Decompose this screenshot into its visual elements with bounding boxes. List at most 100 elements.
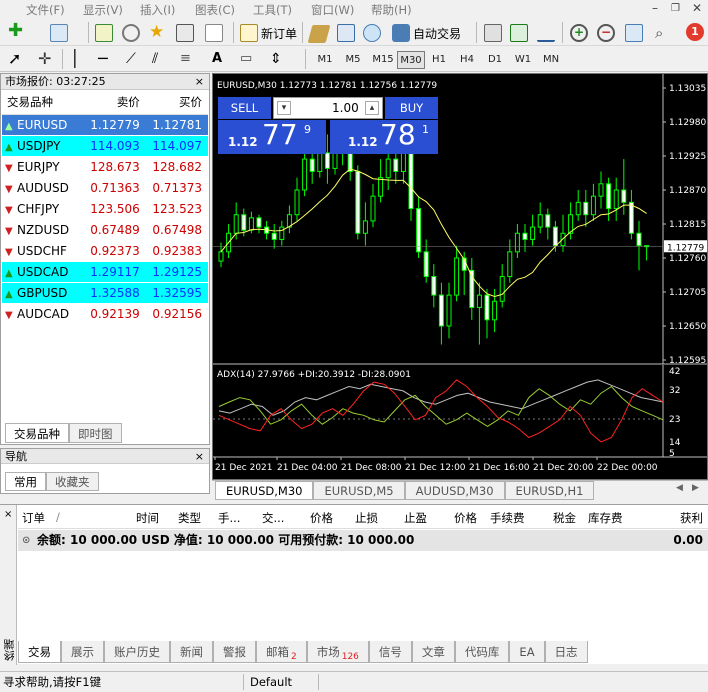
col-current-price[interactable]: 价格 [454,510,477,526]
terminal-tab[interactable]: 展示 [61,641,104,663]
terminal-tab[interactable]: 交易 [18,641,61,663]
col-symbol[interactable]: 交... [262,510,284,526]
new-order-icon[interactable] [240,24,258,42]
symbol-cell[interactable]: ▼ NZDUSD [2,219,84,241]
terminal-tab[interactable]: 日志 [544,641,588,663]
buy-button[interactable]: BUY [385,97,438,119]
bar-chart-icon[interactable] [484,24,502,42]
sell-price-box[interactable]: 1.12 77 9 [218,118,326,154]
tab-favorites[interactable]: 收藏夹 [46,472,99,491]
col-bid[interactable]: 卖价 [83,90,146,115]
symbol-cell[interactable]: ▲ USDCAD [2,261,84,283]
tab-tick-chart[interactable]: 即时图 [69,423,122,443]
candlestick-icon[interactable] [510,24,528,42]
notification-badge[interactable]: 1 [686,23,704,41]
scroll-right-icon[interactable]: ▶ [692,483,699,493]
symbol-cell[interactable]: ▼ CHFJPY [2,198,84,220]
timeframe-m5[interactable]: M5 [341,51,365,69]
symbol-row[interactable]: ▼ AUDUSD 0.71363 0.71373 [2,177,208,199]
tile-windows-icon[interactable] [625,24,643,42]
metaeditor-icon[interactable] [307,25,331,43]
navigator-icon[interactable]: ★ [149,23,167,41]
symbol-cell[interactable]: ▲ EURUSD [2,114,84,136]
col-volume[interactable]: 手... [218,510,240,526]
new-chart-icon[interactable]: ✚ [8,22,26,41]
chart-tab[interactable]: EURUSD,H1 [504,481,595,500]
scroll-left-icon[interactable]: ◀ [676,483,683,493]
tab-common[interactable]: 常用 [5,472,46,491]
crosshair-icon[interactable]: ✛ [38,50,56,68]
zoom-out-icon[interactable]: − [597,24,615,42]
sell-button[interactable]: SELL [218,97,271,119]
signals-icon[interactable] [337,24,355,42]
symbol-row[interactable]: ▼ AUDCAD 0.92139 0.92156 [2,303,208,325]
timeframe-m15[interactable]: M15 [369,51,397,69]
timeframe-h4[interactable]: H4 [455,51,479,69]
symbol-cell[interactable]: ▲ GBPUSD [2,282,84,304]
menu-charts[interactable]: 图表(C) [195,2,235,18]
lot-size-input[interactable]: ▾ 1.00 ▴ [273,97,383,119]
symbol-row[interactable]: ▲ USDCAD 1.29117 1.29125 [2,261,208,283]
new-order-button[interactable]: 新订单 [261,25,297,42]
terminal-tab[interactable]: 市场 126 [306,641,369,663]
timeframe-mn[interactable]: MN [539,51,563,69]
col-ask[interactable]: 买价 [145,90,208,115]
timeframe-h1[interactable]: H1 [427,51,451,69]
profile-name[interactable]: Default [250,672,292,692]
col-price[interactable]: 价格 [310,510,333,526]
symbol-cell[interactable]: ▼ AUDCAD [2,303,84,325]
menu-insert[interactable]: 插入(I) [140,2,175,18]
chart-tab[interactable]: EURUSD,M30 [215,481,314,500]
chart-tab[interactable]: EURUSD,M5 [313,481,405,500]
autotrading-icon[interactable] [392,24,410,42]
cursor-icon[interactable]: ➚ [8,50,26,68]
timeframe-m30[interactable]: M30 [397,51,425,69]
chart-window[interactable]: EURUSD,M30 1.12773 1.12781 1.12756 1.127… [212,73,708,480]
terminal-tab[interactable]: 代码库 [454,641,510,663]
terminal-tab[interactable]: EA [509,641,545,663]
terminal-tab[interactable]: 账户历史 [104,641,170,663]
close-icon[interactable]: × [4,509,12,520]
strategy-tester-icon[interactable] [205,24,223,42]
timeframe-w1[interactable]: W1 [511,51,535,69]
chart-tab[interactable]: AUDUSD,M30 [404,481,505,500]
terminal-tab[interactable]: 警报 [213,641,256,663]
col-time[interactable]: 时间 [136,510,159,526]
symbol-cell[interactable]: ▼ AUDUSD [2,177,84,199]
terminal-tab[interactable]: 邮箱 2 [256,641,307,663]
lot-decrease-icon[interactable]: ▾ [277,101,291,115]
col-commission[interactable]: 手续费 [490,510,525,526]
col-tp[interactable]: 止盈 [404,510,427,526]
menu-file[interactable]: 文件(F) [26,2,65,18]
symbol-row[interactable]: ▼ EURJPY 128.673 128.682 [2,156,208,178]
col-swap[interactable]: 库存费 [588,510,623,526]
menu-tools[interactable]: 工具(T) [253,2,292,18]
symbol-cell[interactable]: ▲ USDJPY [2,135,84,157]
menu-window[interactable]: 窗口(W) [311,2,354,18]
col-taxes[interactable]: 税金 [553,510,576,526]
minimize-icon[interactable]: – [652,1,658,15]
timeframe-d1[interactable]: D1 [483,51,507,69]
col-order[interactable]: 订单 [22,510,45,526]
vertical-line-icon[interactable]: │ [70,50,88,68]
buy-price-box[interactable]: 1.12 78 1 [330,118,438,154]
arrows-icon[interactable]: ⇕ [270,50,288,68]
symbol-cell[interactable]: ▼ EURJPY [2,156,84,178]
symbol-row[interactable]: ▲ GBPUSD 1.32588 1.32595 [2,282,208,304]
symbol-row[interactable]: ▼ CHFJPY 123.506 123.523 [2,198,208,220]
channel-icon[interactable]: ⫽ [152,50,170,68]
symbol-row[interactable]: ▼ NZDUSD 0.67489 0.67498 [2,219,208,241]
autotrading-button[interactable]: 自动交易 [413,25,461,42]
market-watch-icon[interactable] [95,24,113,42]
data-window-icon[interactable] [122,24,140,42]
terminal-tab[interactable]: 新闻 [170,641,213,663]
trendline-icon[interactable]: ⟋ [126,50,144,68]
terminal-tab[interactable]: 信号 [368,641,412,663]
menu-view[interactable]: 显示(V) [83,2,123,18]
symbol-cell[interactable]: ▼ USDCHF [2,240,84,262]
col-sl[interactable]: 止损 [355,510,378,526]
label-tool-icon[interactable]: ▭ [240,50,258,68]
zoom-in-icon[interactable]: + [570,24,588,42]
col-symbol[interactable]: 交易品种 [2,90,84,115]
search-icon[interactable]: ⌕ [655,24,673,42]
